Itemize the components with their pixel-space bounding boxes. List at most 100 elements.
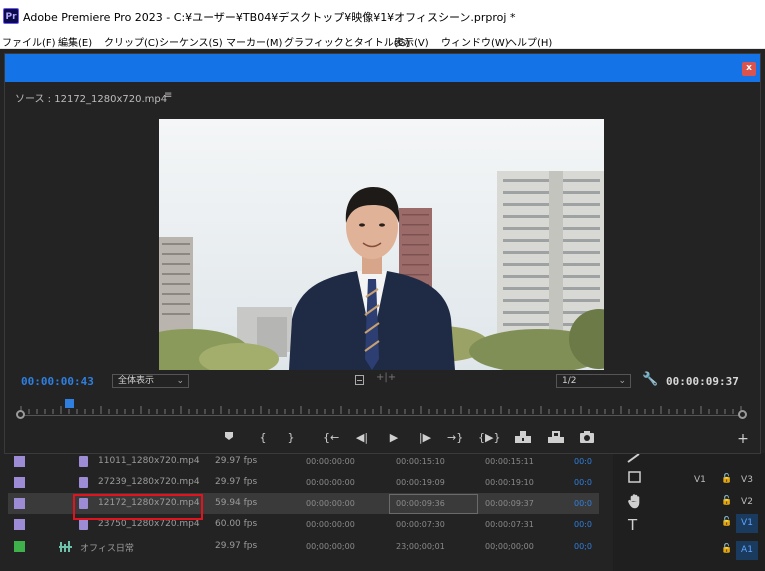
drag-video-only-icon[interactable]: [355, 375, 364, 385]
clip-fps: 29.97 fps: [215, 477, 258, 487]
window-header[interactable]: x: [5, 54, 760, 82]
playhead[interactable]: [65, 399, 74, 408]
clip-media-duration: 00;00;00;00: [485, 542, 534, 551]
clip-media-duration: 00:00:19:10: [485, 478, 534, 487]
play-icon[interactable]: ▶: [386, 431, 402, 444]
add-marker-icon[interactable]: [221, 431, 237, 444]
source-panel-tab[interactable]: ソース : 12172_1280x720.mp4: [15, 90, 167, 105]
zoom-scroll-bar[interactable]: [21, 415, 743, 416]
track-header-panel: V1 🔓 V3 🔓 V2 🔓 V1 🔓 A1: [677, 453, 765, 571]
clip-video-in-point[interactable]: 00:0: [574, 499, 592, 508]
track-row-v2: 🔓 V2: [677, 493, 765, 512]
menu-sequence[interactable]: シーケンス(S): [159, 34, 223, 49]
source-monitor-window: x ソース : 12172_1280x720.mp4 ≡ 00:00:00:43…: [4, 53, 761, 454]
clip-video-in-point[interactable]: 00:0: [574, 478, 592, 487]
clip-fps: 60.00 fps: [215, 519, 258, 529]
go-to-out-icon[interactable]: →}: [447, 431, 463, 444]
clip-video-in-point[interactable]: 00:0: [574, 520, 592, 529]
clip-name[interactable]: オフィス日常: [80, 541, 134, 554]
clip-media-end: 00:00:15:10: [396, 457, 445, 466]
source-patch-v1[interactable]: V1: [694, 475, 706, 485]
menu-edit[interactable]: 編集(E): [58, 34, 92, 49]
highlight-annotation-box: [73, 494, 203, 520]
video-clip-icon: [79, 519, 88, 530]
scroll-handle-right[interactable]: [738, 410, 747, 419]
clip-name[interactable]: 23750_1280x720.mp4: [98, 519, 200, 529]
wrench-icon[interactable]: 🔧: [642, 372, 658, 387]
track-target-v3[interactable]: V3: [736, 471, 758, 490]
rectangle-icon[interactable]: [628, 471, 642, 489]
menu-help[interactable]: ヘルプ(H): [507, 34, 552, 49]
clip-media-start: 00:00:00:00: [306, 520, 355, 529]
duration-timecode: 00:00:09:37: [666, 375, 739, 388]
track-row-a1: 🔓 A1: [677, 541, 765, 560]
video-clip-icon: [79, 477, 88, 488]
lock-icon[interactable]: 🔓: [721, 474, 732, 484]
list-item[interactable]: オフィス日常 29.97 fps 00;00;00;00 23;00;00;01…: [8, 536, 599, 557]
zoom-select[interactable]: 全体表示 ⌄: [112, 374, 189, 388]
lock-icon[interactable]: 🔓: [721, 517, 732, 527]
clip-video-in-point[interactable]: 00:0: [574, 457, 592, 466]
clip-name[interactable]: 27239_1280x720.mp4: [98, 477, 200, 487]
time-ruler[interactable]: [17, 399, 745, 414]
menu-marker[interactable]: マーカー(M): [226, 34, 282, 49]
lock-icon[interactable]: 🔓: [721, 496, 732, 506]
add-button-icon[interactable]: +: [735, 431, 751, 447]
zoom-select-value: 全体表示: [118, 376, 155, 386]
sequence-icon: [59, 539, 73, 553]
track-target-v1[interactable]: V1: [736, 514, 758, 533]
export-frame-icon[interactable]: [579, 431, 595, 446]
playback-resolution-select[interactable]: 1/2 ⌄: [556, 374, 631, 388]
insert-icon[interactable]: [515, 431, 531, 446]
track-row-v1: 🔓 V1: [677, 514, 765, 533]
video-clip-icon: [79, 456, 88, 467]
clip-media-start: 00;00;00;00: [306, 542, 355, 551]
clip-media-duration: 00:00:15:11: [485, 457, 534, 466]
menu-graphics[interactable]: グラフィックとタイトル(G): [284, 34, 409, 49]
menu-file[interactable]: ファイル(F): [2, 34, 56, 49]
lock-icon[interactable]: 🔓: [721, 544, 732, 554]
label-color-swatch[interactable]: [14, 541, 25, 552]
type-icon[interactable]: T: [628, 516, 637, 534]
go-to-in-icon[interactable]: {←: [323, 431, 339, 444]
resolution-select-value: 1/2: [562, 376, 577, 386]
clip-media-end: 23;00;00;01: [396, 542, 445, 551]
clip-media-end: 00:00:19:09: [396, 478, 445, 487]
mark-out-icon[interactable]: }: [283, 431, 299, 444]
clip-media-start: 00:00:00:00: [306, 457, 355, 466]
step-forward-icon[interactable]: |▶: [417, 431, 433, 444]
step-back-icon[interactable]: ◀|: [354, 431, 370, 444]
hand-icon[interactable]: [627, 493, 643, 513]
premiere-logo-icon: Pr: [3, 8, 19, 24]
track-target-v2[interactable]: V2: [736, 493, 758, 512]
label-color-swatch[interactable]: [14, 498, 25, 509]
menu-clip[interactable]: クリップ(C): [104, 34, 159, 49]
clip-media-start: 00:00:00:00: [306, 499, 355, 508]
chevron-down-icon: ⌄: [618, 376, 626, 386]
menu-view[interactable]: 表示(V): [394, 34, 429, 49]
list-item[interactable]: 27239_1280x720.mp4 29.97 fps 00:00:00:00…: [8, 472, 599, 493]
mark-in-icon[interactable]: {: [255, 431, 271, 444]
chevron-down-icon: ⌄: [176, 376, 184, 386]
label-color-swatch[interactable]: [14, 519, 25, 530]
panel-menu-icon[interactable]: ≡: [164, 90, 172, 101]
clip-media-end: 00:00:07:30: [396, 520, 445, 529]
clip-name[interactable]: 11011_1280x720.mp4: [98, 456, 200, 466]
clip-fps: 29.97 fps: [215, 456, 258, 466]
clip-video-in-point[interactable]: 00;0: [574, 542, 592, 551]
list-item[interactable]: 11011_1280x720.mp4 29.97 fps 00:00:00:00…: [8, 451, 599, 472]
close-button[interactable]: x: [742, 62, 756, 76]
drag-audio-only-icon[interactable]: +|+: [376, 372, 396, 383]
label-color-swatch[interactable]: [14, 456, 25, 467]
clip-media-duration: 00:00:07:31: [485, 520, 534, 529]
menu-window[interactable]: ウィンドウ(W): [441, 34, 509, 49]
editing-cell-outline: [389, 494, 478, 514]
scroll-handle-left[interactable]: [16, 410, 25, 419]
play-in-to-out-icon[interactable]: {▶}: [478, 431, 500, 444]
track-target-a1[interactable]: A1: [736, 541, 758, 560]
current-timecode[interactable]: 00:00:00:43: [21, 375, 94, 388]
track-row-v3: V1 🔓 V3: [677, 471, 765, 490]
overwrite-icon[interactable]: [548, 431, 564, 446]
video-preview: [159, 119, 604, 370]
label-color-swatch[interactable]: [14, 477, 25, 488]
